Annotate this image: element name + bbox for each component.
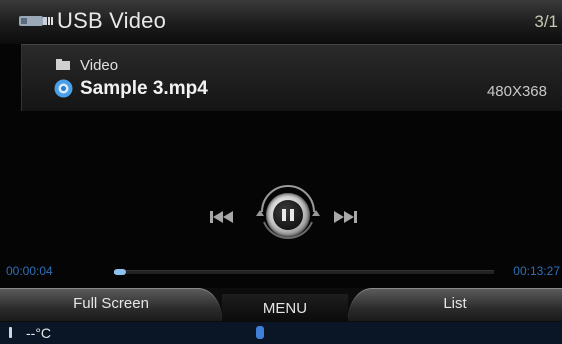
total-time: 00:13:27 — [513, 264, 560, 278]
video-file-icon — [54, 79, 73, 98]
progress-handle[interactable] — [114, 269, 126, 275]
video-resolution: 480X368 — [486, 83, 547, 100]
page-title: USB Video — [57, 8, 167, 33]
progress-bar[interactable] — [114, 269, 494, 275]
list-button[interactable]: List — [348, 288, 562, 321]
pause-icon — [273, 200, 303, 230]
header-bar: USB Video 3/1 — [0, 0, 562, 44]
transport-controls — [180, 160, 390, 270]
pause-bar-left — [282, 209, 286, 221]
next-track-icon[interactable] — [333, 210, 357, 224]
menu-button[interactable]: MENU — [222, 294, 348, 322]
temperature-readout: --°C — [26, 325, 52, 341]
bluetooth-icon — [256, 326, 264, 339]
track-counter: 3/1 — [534, 12, 558, 31]
progress-area: 00:00:04 00:13:27 — [0, 262, 562, 284]
bottom-menu: Full Screen MENU List — [0, 288, 562, 322]
pause-button[interactable] — [266, 193, 310, 237]
folder-icon — [56, 59, 70, 70]
usb-video-icon — [19, 16, 53, 26]
file-name: Sample 3.mp4 — [80, 78, 208, 99]
usb-video-screen: USB Video 3/1 Video Sample 3.mp4 480X368 — [0, 0, 562, 344]
status-bar: --°C — [0, 322, 562, 344]
previous-track-icon[interactable] — [210, 210, 234, 224]
full-screen-button[interactable]: Full Screen — [0, 288, 222, 321]
thermometer-icon — [9, 327, 12, 338]
pause-bar-right — [290, 209, 294, 221]
elapsed-time: 00:00:04 — [6, 264, 53, 278]
file-info-panel: Video Sample 3.mp4 480X368 — [21, 44, 562, 111]
folder-name: Video — [80, 57, 119, 74]
